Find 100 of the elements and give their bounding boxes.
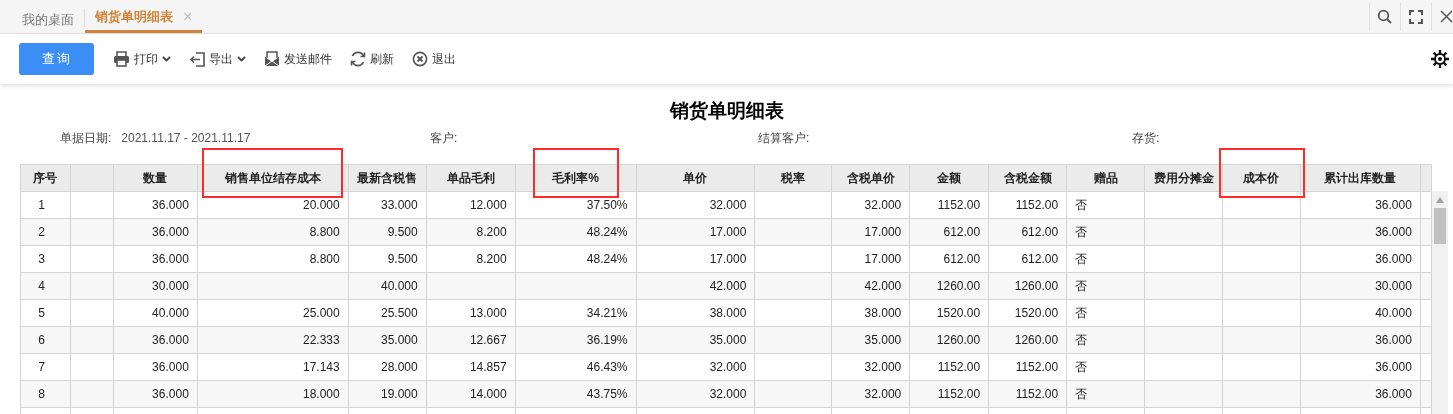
- table-cell: 32.000: [636, 353, 755, 381]
- table-cell: 30.000: [1300, 272, 1421, 300]
- table-cell: 1260.00: [909, 272, 989, 300]
- filter-label: 单据日期:: [60, 130, 112, 147]
- table-cell: 8: [20, 380, 71, 408]
- scrollbar[interactable]: [1432, 191, 1448, 414]
- table-cell: 17.000: [636, 218, 755, 246]
- table-cell: 30.000: [113, 272, 198, 300]
- table-cell: 36.000: [113, 191, 198, 219]
- toolbar-button[interactable]: 导出: [189, 47, 246, 71]
- column-header[interactable]: 单品毛利: [426, 164, 516, 192]
- table-cell: 5: [20, 299, 71, 327]
- filter-label: 客户:: [430, 130, 458, 147]
- table-cell: 36.000: [1300, 191, 1421, 219]
- toolbar-button[interactable]: 退出: [412, 47, 456, 71]
- table-cell: 17.000: [831, 218, 910, 246]
- table-cell: 48.24%: [515, 218, 636, 246]
- toolbar-button[interactable]: 刷新: [350, 47, 394, 71]
- search-icon: [1377, 8, 1393, 25]
- table-cell: 36.000: [1300, 326, 1421, 354]
- table-cell: 35.000: [831, 326, 910, 354]
- table-cell: 36.000: [113, 326, 198, 354]
- column-header[interactable]: 金额: [909, 164, 989, 192]
- envelope-icon: [264, 51, 280, 67]
- table-cell: 9.500: [348, 218, 427, 246]
- table-cell: 36.000: [113, 218, 198, 246]
- table-cell: 1: [20, 191, 71, 219]
- table-cell: 612.00: [909, 245, 989, 273]
- table-cell: 否: [1066, 191, 1145, 219]
- table-cell: 32.000: [831, 380, 910, 408]
- table-cell: 1260.00: [988, 326, 1067, 354]
- column-header[interactable]: 数量: [113, 164, 198, 192]
- table-cell: 40.000: [113, 299, 198, 327]
- table-cell: 25.000: [197, 299, 349, 327]
- table-cell: 36.19%: [515, 326, 636, 354]
- column-header[interactable]: 含税金额: [988, 164, 1067, 192]
- table-cell: 17.143: [197, 353, 349, 381]
- table-cell: 19.000: [348, 380, 427, 408]
- table-cell: 32.000: [831, 353, 910, 381]
- column-header[interactable]: 费用分摊金: [1144, 164, 1223, 192]
- report-title: 销货单明细表: [669, 99, 784, 123]
- table-cell: 32.000: [636, 380, 755, 408]
- table-cell: 12.667: [426, 326, 516, 354]
- cancel-icon: [412, 51, 428, 67]
- close-button[interactable]: [1431, 2, 1453, 31]
- table-cell: 否: [1066, 245, 1145, 273]
- table-cell: 1520.00: [909, 299, 989, 327]
- caret-icon: [162, 56, 171, 62]
- toolbar-button[interactable]: 打印: [113, 47, 171, 71]
- table-cell: 28.000: [348, 353, 427, 381]
- table-cell: 1152.00: [909, 353, 989, 381]
- table-cell: 40.000: [1300, 299, 1421, 327]
- column-header[interactable]: 销售单位结存成本: [197, 164, 349, 192]
- table-cell: 38.000: [831, 299, 910, 327]
- column-header[interactable]: 税率: [754, 164, 832, 192]
- table-cell: 36.000: [1300, 380, 1421, 408]
- table-cell: 25.500: [348, 299, 427, 327]
- table-cell: 38.000: [636, 299, 755, 327]
- table-cell: 否: [1066, 272, 1145, 300]
- printer-icon: [113, 51, 130, 67]
- table-cell: 17.000: [831, 245, 910, 273]
- column-header[interactable]: 毛利率%: [515, 164, 636, 192]
- table-cell: 1260.00: [988, 272, 1067, 300]
- table-cell: 36.000: [1300, 218, 1421, 246]
- column-header[interactable]: 最新含税售: [348, 164, 427, 192]
- fullscreen-icon: [1409, 9, 1423, 24]
- table-cell: 13.000: [426, 299, 516, 327]
- table-cell: 否: [1066, 326, 1145, 354]
- column-header[interactable]: 成本价: [1222, 164, 1301, 192]
- refresh-icon: [350, 51, 366, 67]
- tab[interactable]: 我的桌面: [12, 9, 85, 27]
- table-cell: 40.000: [348, 272, 427, 300]
- column-header[interactable]: 单价: [636, 164, 755, 192]
- table-cell: 1260.00: [909, 326, 989, 354]
- scroll-thumb[interactable]: [1434, 208, 1446, 244]
- settings-icon[interactable]: [1430, 49, 1450, 69]
- table-cell: 36.000: [113, 380, 198, 408]
- table-cell: 1152.00: [909, 191, 989, 219]
- column-header[interactable]: 含税单价: [831, 164, 910, 192]
- table-cell: 48.24%: [515, 245, 636, 273]
- column-header[interactable]: 赠品: [1066, 164, 1145, 192]
- table-cell: 7: [20, 353, 71, 381]
- table-cell: 3: [20, 245, 71, 273]
- table-cell: 12.000: [426, 191, 516, 219]
- table-cell: 17.000: [636, 245, 755, 273]
- table-cell: 否: [1066, 299, 1145, 327]
- table-cell: 1152.00: [988, 380, 1067, 408]
- table-cell: 36.000: [113, 245, 198, 273]
- table-cell: 22.333: [197, 326, 349, 354]
- table-cell: 32.000: [831, 191, 910, 219]
- toolbar-button[interactable]: 发送邮件: [264, 47, 332, 71]
- caret-icon: [237, 56, 246, 62]
- table-cell: 4: [20, 272, 71, 300]
- column-header[interactable]: 序号: [20, 164, 71, 192]
- table-cell: 37.50%: [515, 191, 636, 219]
- column-header[interactable]: 累计出库数量: [1300, 164, 1421, 192]
- table-cell: 2: [20, 218, 71, 246]
- table-cell: 9.500: [348, 245, 427, 273]
- table-cell: 8.200: [426, 218, 516, 246]
- table-cell: 1152.00: [909, 380, 989, 408]
